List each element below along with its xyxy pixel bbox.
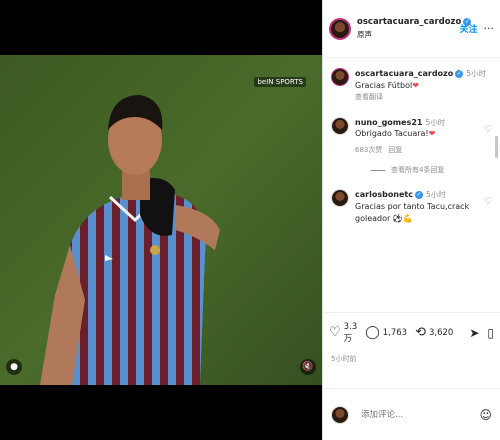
add-comment-bar: ☺: [323, 388, 500, 440]
send-icon[interactable]: ➤: [469, 326, 479, 340]
post-panel: oscartacuara_cardozo ✓ 原声 关注 ··· oscartac…: [322, 0, 500, 440]
view-replies-label: 查看所有4条回复: [391, 166, 445, 175]
avatar[interactable]: [329, 17, 351, 40]
comment-item: carlosbonetc ✓ 5小时 Gracias por tanto Tacu,…: [323, 175, 500, 224]
avatar: [331, 405, 349, 424]
comment-username[interactable]: oscartacuara_cardozo: [355, 69, 453, 78]
post-username[interactable]: oscartacuara_cardozo: [357, 17, 461, 27]
verified-icon: ✓: [455, 69, 464, 78]
comment-input[interactable]: [359, 408, 480, 421]
mute-icon[interactable]: 🔇: [300, 359, 316, 375]
like-comment-icon[interactable]: ♡: [484, 125, 492, 156]
emoji-icon[interactable]: ☺: [479, 408, 492, 422]
comment-time: 5小时: [425, 117, 446, 127]
translate-link[interactable]: 查看翻译: [355, 93, 383, 101]
post-time: 5小时前: [331, 355, 357, 363]
repost-icon[interactable]: ⟲: [415, 326, 426, 339]
video-frame: [0, 55, 322, 385]
avatar[interactable]: [331, 189, 349, 208]
avatar[interactable]: [331, 116, 349, 135]
heart-emoji: ❤: [428, 129, 436, 139]
avatar[interactable]: [331, 68, 349, 86]
video-panel: beIN SPORTS ● 🔇: [0, 0, 322, 440]
comment-username[interactable]: carlosbonetc: [355, 190, 413, 199]
comment-username[interactable]: nuno_gomes21: [355, 118, 422, 127]
comment-text: Gracias Fútbol: [355, 80, 413, 90]
bookmark-icon[interactable]: ▯: [487, 326, 494, 340]
channel-badge: beIN SPORTS: [254, 77, 306, 87]
reply-button[interactable]: 回复: [388, 146, 402, 154]
comment-time: 5小时: [426, 190, 446, 200]
comment-likes[interactable]: 683次赞: [355, 146, 382, 154]
comment-count: 1,763: [382, 327, 408, 338]
post-header: oscartacuara_cardozo ✓ 原声 关注 ···: [323, 0, 500, 58]
comment-time: 5小时: [466, 69, 486, 78]
action-bar: ♡ 3.3 万 ◯ 1,763 ⟲ 3,620 ➤ ▯: [323, 312, 500, 352]
comment-item: nuno_gomes21 5小时 Obrigado Tacuara!❤ 683次赞…: [323, 103, 500, 156]
comment-icon[interactable]: ◯: [365, 326, 380, 339]
like-count: 3.3 万: [343, 321, 358, 344]
audio-label[interactable]: 原声: [357, 29, 459, 40]
like-icon[interactable]: ♡: [329, 326, 341, 339]
follow-button[interactable]: 关注: [459, 22, 477, 35]
like-comment-icon[interactable]: ♡: [484, 197, 492, 224]
scrollbar[interactable]: [495, 136, 498, 158]
user-tag-icon[interactable]: ●: [6, 359, 22, 375]
video-player[interactable]: beIN SPORTS ● 🔇: [0, 55, 322, 385]
more-options-icon[interactable]: ···: [484, 22, 495, 35]
comment-item: oscartacuara_cardozo ✓ 5小时 Gracias Fútbol❤…: [323, 58, 500, 103]
comment-text: Obrigado Tacuara!: [355, 129, 429, 139]
heart-emoji: ❤: [412, 80, 419, 90]
view-replies-link[interactable]: 查看所有4条回复: [323, 155, 500, 175]
share-count: 3,620: [429, 327, 454, 338]
comment-list: oscartacuara_cardozo ✓ 5小时 Gracias Fútbol❤…: [323, 58, 500, 310]
comment-emoji: ⚽💪: [392, 213, 413, 223]
verified-icon: ✓: [415, 190, 423, 199]
